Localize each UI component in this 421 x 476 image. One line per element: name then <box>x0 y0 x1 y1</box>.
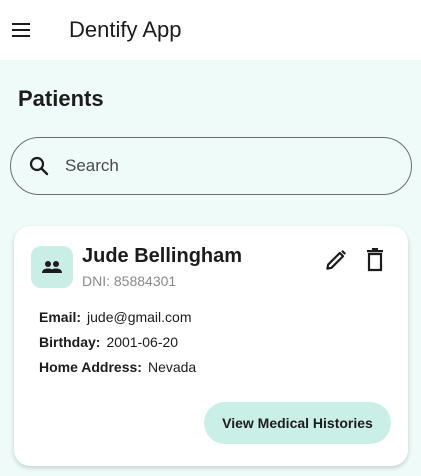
address-value: Nevada <box>147 359 197 375</box>
app-bar: Dentify App <box>0 0 421 60</box>
group-people-icon <box>42 261 62 273</box>
trash-delete-icon[interactable] <box>363 247 387 273</box>
search-bar[interactable] <box>10 137 412 195</box>
page-title: Patients <box>18 86 104 111</box>
patient-card: Jude Bellingham DNI: 85884301 Email: jude… <box>14 226 408 466</box>
hamburger-menu-icon[interactable] <box>12 20 32 40</box>
email-value: jude@gmail.com <box>87 309 192 325</box>
menu-bar-line <box>12 23 30 25</box>
menu-bar-line <box>12 29 30 31</box>
search-input[interactable] <box>65 150 395 182</box>
menu-bar-line <box>12 35 30 37</box>
patient-dni: DNI: 85884301 <box>82 273 177 289</box>
birthday-value: 2001-06-20 <box>106 334 179 350</box>
view-medical-histories-button[interactable]: View Medical Histories <box>204 402 391 444</box>
birthday-label: Birthday: <box>39 334 101 350</box>
address-row: Home Address: Nevada <box>39 359 196 375</box>
address-label: Home Address: <box>39 359 142 375</box>
patient-name: Jude Bellingham <box>82 245 243 267</box>
email-row: Email: jude@gmail.com <box>39 309 192 325</box>
avatar <box>31 246 73 288</box>
pencil-edit-icon[interactable] <box>323 247 349 273</box>
email-label: Email: <box>39 309 82 325</box>
birthday-row: Birthday: 2001-06-20 <box>39 334 178 350</box>
search-icon <box>29 156 49 176</box>
app-title: Dentify App <box>69 17 182 42</box>
